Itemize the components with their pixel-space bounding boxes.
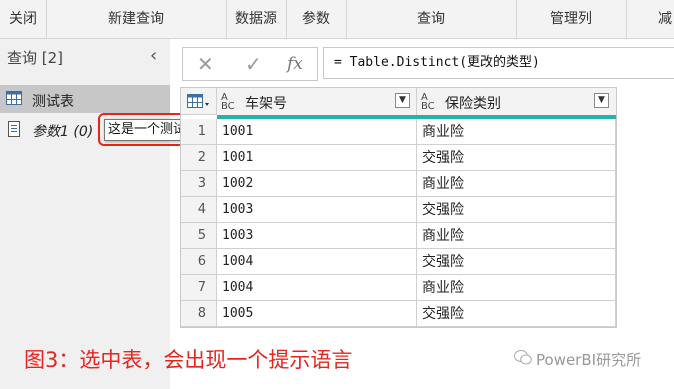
queries-header: 查询 [2] <box>7 49 64 67</box>
cell-vin[interactable]: 1005 <box>217 301 417 327</box>
collapse-pane-icon[interactable]: ‹ <box>150 45 157 66</box>
column-name: 车架号 <box>245 96 287 112</box>
cell-category[interactable]: 商业险 <box>417 223 616 249</box>
row-number: 8 <box>181 301 217 327</box>
cancel-icon[interactable]: ✕ <box>197 52 214 76</box>
parameter-icon <box>6 121 22 141</box>
row-number: 5 <box>181 223 217 249</box>
table-row[interactable]: 1 1001 商业险 <box>181 119 616 145</box>
column-header-category[interactable]: A BC 保险类别 ▼ <box>417 88 616 115</box>
ribbon-group-parameters[interactable]: 参数 <box>286 0 347 38</box>
watermark-text: PowerBI研究所 <box>536 351 642 369</box>
table-icon <box>6 91 22 109</box>
commit-icon[interactable]: ✓ <box>245 52 262 76</box>
cell-vin[interactable]: 1002 <box>217 171 417 197</box>
query-item-label: 参数1 (0) <box>32 124 94 140</box>
cell-vin[interactable]: 1001 <box>217 145 417 171</box>
table-row[interactable]: 5 1003 商业险 <box>181 223 616 249</box>
row-number: 2 <box>181 145 217 171</box>
cell-vin[interactable]: 1004 <box>217 249 417 275</box>
queries-pane: 查询 [2] ‹ 测试表 参数1 (0) <box>0 39 170 389</box>
cell-category[interactable]: 商业险 <box>417 171 616 197</box>
ribbon-group-close[interactable]: 关闭 <box>0 0 47 38</box>
ribbon-group-manage-columns[interactable]: 管理列 <box>516 0 627 38</box>
query-item-test-table[interactable]: 测试表 <box>0 85 170 113</box>
table-row[interactable]: 4 1003 交强险 <box>181 197 616 223</box>
table-row[interactable]: 6 1004 交强险 <box>181 249 616 275</box>
table-row[interactable]: 2 1001 交强险 <box>181 145 616 171</box>
formula-bar-buttons: ✕ ✓ fx <box>182 47 318 81</box>
row-number: 4 <box>181 197 217 223</box>
cell-category[interactable]: 交强险 <box>417 145 616 171</box>
wechat-icon <box>514 350 532 369</box>
column-filter-dropdown-icon[interactable]: ▼ <box>395 93 410 108</box>
cell-vin[interactable]: 1001 <box>217 119 417 145</box>
cell-category[interactable]: 商业险 <box>417 119 616 145</box>
ribbon-group-data-source[interactable]: 数据源 <box>226 0 287 38</box>
row-number: 6 <box>181 249 217 275</box>
cell-category[interactable]: 商业险 <box>417 275 616 301</box>
fx-icon[interactable]: fx <box>287 54 303 74</box>
table-menu-button[interactable] <box>181 88 217 115</box>
row-number: 3 <box>181 171 217 197</box>
cell-vin[interactable]: 1004 <box>217 275 417 301</box>
text-type-icon[interactable]: A BC <box>221 93 235 112</box>
cell-category[interactable]: 交强险 <box>417 197 616 223</box>
column-header-vin[interactable]: A BC 车架号 ▼ <box>217 88 417 115</box>
table-row[interactable]: 8 1005 交强险 <box>181 301 616 327</box>
cell-category[interactable]: 交强险 <box>417 301 616 327</box>
cell-vin[interactable]: 1003 <box>217 223 417 249</box>
text-type-icon[interactable]: A BC <box>421 93 435 112</box>
cell-vin[interactable]: 1003 <box>217 197 417 223</box>
ribbon: 关闭 新建查询 数据源 参数 查询 管理列 减 <box>0 0 674 39</box>
column-name: 保险类别 <box>445 96 501 112</box>
row-number: 7 <box>181 275 217 301</box>
table-menu-icon <box>187 94 211 112</box>
data-grid: A BC 车架号 ▼ A BC 保险类别 ▼ 1 1001 商业险 2 1001 交… <box>180 87 617 328</box>
table-row[interactable]: 7 1004 商业险 <box>181 275 616 301</box>
ribbon-group-reduce[interactable]: 减 <box>626 0 674 38</box>
ribbon-group-query[interactable]: 查询 <box>346 0 517 38</box>
table-row[interactable]: 3 1002 商业险 <box>181 171 616 197</box>
formula-input[interactable]: = Table.Distinct(更改的类型) <box>323 47 674 79</box>
cell-category[interactable]: 交强险 <box>417 249 616 275</box>
row-number: 1 <box>181 119 217 145</box>
column-filter-dropdown-icon[interactable]: ▼ <box>594 93 609 108</box>
figure-caption: 图3：选中表，会出现一个提示语言 <box>24 348 353 372</box>
query-item-label: 测试表 <box>32 94 74 110</box>
ribbon-group-new-query[interactable]: 新建查询 <box>46 0 227 38</box>
watermark: PowerBI研究所 <box>514 349 641 370</box>
